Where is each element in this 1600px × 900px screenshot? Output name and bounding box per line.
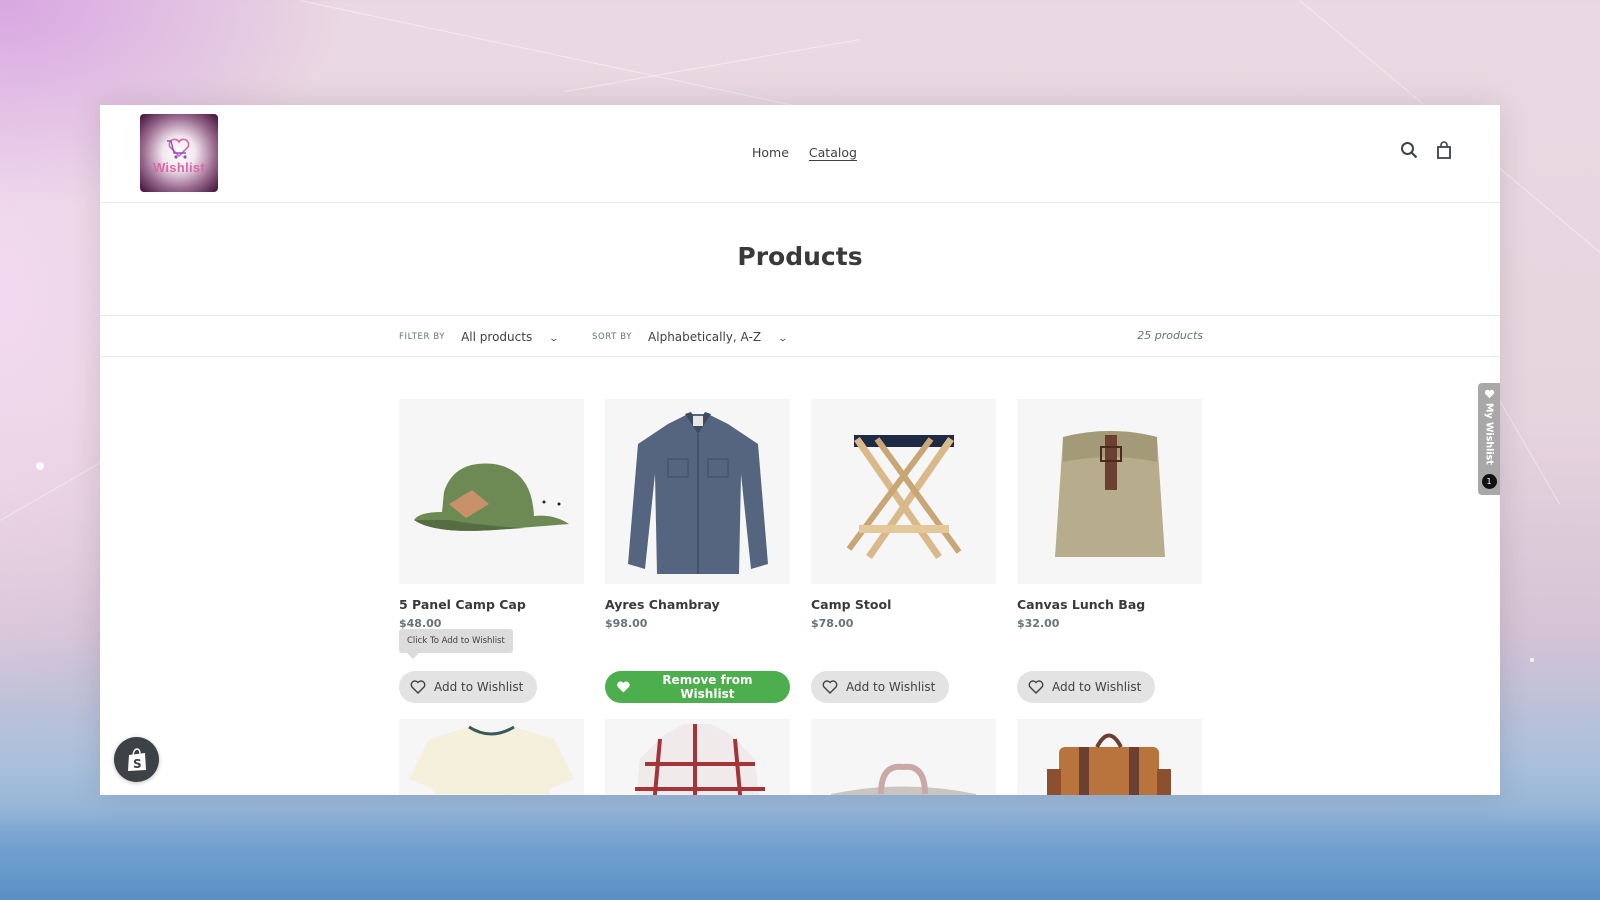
background-decoration (0, 460, 105, 521)
product-name[interactable]: 5 Panel Camp Cap (399, 597, 584, 612)
heart-filled-icon (617, 681, 630, 693)
store-logo[interactable]: Wishlist (140, 114, 218, 192)
filter-by-value: All products (461, 329, 533, 344)
svg-text:S: S (133, 757, 142, 771)
wishlist-count-badge: 1 (1481, 474, 1497, 489)
lunch-bag-image (1054, 430, 1165, 557)
header-icons (1400, 141, 1452, 159)
sort-by-group: Sort by Alphabetically, A-Z ⌄ (592, 316, 788, 357)
product-image[interactable] (605, 719, 790, 795)
shopify-bag-icon: S (127, 747, 146, 771)
product-image[interactable] (811, 719, 996, 795)
wishlist-button-label: Add to Wishlist (1052, 680, 1142, 694)
background-decoration (1499, 400, 1560, 505)
add-to-wishlist-button[interactable]: Add to Wishlist (1017, 671, 1156, 703)
product-image[interactable] (1017, 399, 1202, 584)
site-header: Wishlist Home Catalog (100, 105, 1500, 203)
product-grid-row-2 (399, 719, 1219, 795)
collection-filters: Filter by All products ⌄ Sort by Alphabe… (100, 316, 1500, 357)
my-wishlist-label: My Wishlist (1483, 403, 1495, 465)
chevron-down-icon: ⌄ (548, 333, 560, 344)
product-name[interactable]: Canvas Lunch Bag (1017, 597, 1202, 612)
product-image[interactable] (399, 399, 584, 584)
product-count: 25 products (1137, 329, 1203, 342)
product-card: Camp Stool $78.00 Add to Wishlist (811, 399, 996, 719)
chevron-down-icon: ⌄ (777, 333, 788, 344)
t-shirt-image (409, 725, 574, 795)
sort-by-label: Sort by (592, 331, 633, 342)
duffel-bag-image (831, 763, 976, 795)
backpack-image (1047, 733, 1171, 795)
nav-catalog[interactable]: Catalog (809, 145, 857, 160)
background-wave (0, 810, 1600, 900)
product-price: $32.00 (1017, 617, 1060, 630)
product-image[interactable] (811, 399, 996, 584)
product-image[interactable] (399, 719, 584, 795)
wishlist-button-label: Add to Wishlist (434, 680, 524, 694)
wishlist-tooltip: Click To Add to Wishlist (399, 629, 513, 659)
shopify-chat-button[interactable]: S (114, 737, 159, 782)
filter-by-label: Filter by (399, 331, 446, 342)
plaid-shirt-image (635, 724, 765, 795)
heart-outline-icon (410, 680, 426, 694)
page-title-section: Products (100, 203, 1500, 316)
nav-home[interactable]: Home (752, 145, 789, 160)
product-image[interactable] (1017, 719, 1202, 795)
product-name[interactable]: Camp Stool (811, 597, 996, 612)
background-star (1530, 658, 1534, 662)
page-title: Products (737, 241, 863, 271)
product-name[interactable]: Ayres Chambray (605, 597, 790, 612)
heart-filled-icon (1484, 389, 1494, 399)
wishlist-button-label: Add to Wishlist (846, 680, 936, 694)
cart-icon[interactable] (1436, 141, 1452, 159)
heart-cart-icon (167, 138, 190, 159)
add-to-wishlist-button[interactable]: Add to Wishlist (399, 671, 538, 703)
search-icon[interactable] (1400, 141, 1418, 159)
filter-by-select[interactable]: All products ⌄ (461, 329, 560, 344)
logo-text: Wishlist (152, 159, 206, 175)
cap-image (414, 463, 569, 531)
product-price: $78.00 (811, 617, 854, 630)
heart-outline-icon (822, 680, 838, 694)
wishlist-button-label: Remove from Wishlist (662, 673, 753, 701)
product-card: 5 Panel Camp Cap $48.00 Click To Add to … (399, 399, 584, 719)
shirt-image (627, 412, 768, 574)
heart-outline-icon (1028, 680, 1044, 694)
product-card: Ayres Chambray $98.00 Remove from Wishli… (605, 399, 790, 719)
main-nav: Home Catalog (752, 145, 857, 160)
remove-from-wishlist-button[interactable]: Remove from Wishlist (605, 671, 790, 703)
product-card: Canvas Lunch Bag $32.00 Add to Wishlist (1017, 399, 1202, 719)
add-to-wishlist-button[interactable]: Add to Wishlist (811, 671, 950, 703)
product-grid: 5 Panel Camp Cap $48.00 Click To Add to … (399, 399, 1202, 719)
stool-image (846, 434, 961, 559)
background-star (36, 462, 44, 470)
my-wishlist-tab[interactable]: My Wishlist 1 (1478, 383, 1500, 495)
sort-by-value: Alphabetically, A-Z (648, 329, 762, 344)
product-image[interactable] (605, 399, 790, 584)
sort-by-select[interactable]: Alphabetically, A-Z ⌄ (648, 329, 788, 344)
product-price: $98.00 (605, 617, 648, 630)
filter-by-group: Filter by All products ⌄ (399, 316, 560, 357)
